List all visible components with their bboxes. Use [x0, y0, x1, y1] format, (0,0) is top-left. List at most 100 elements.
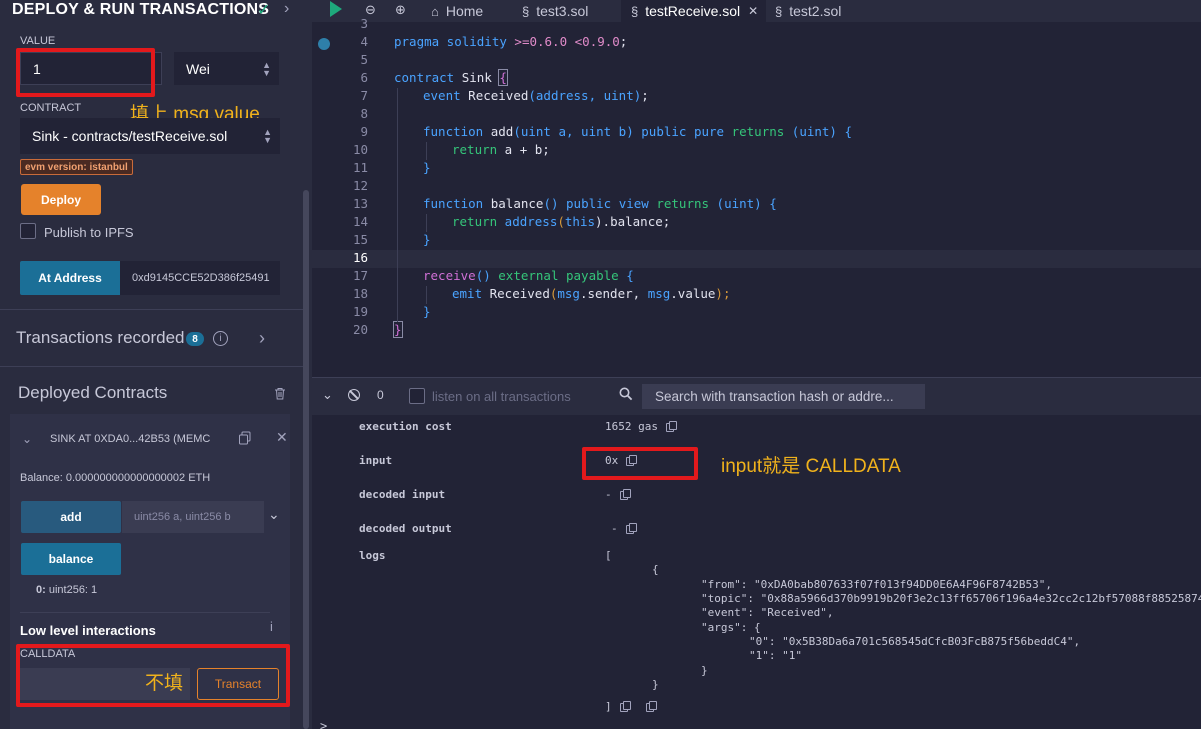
info-icon[interactable]: i	[213, 331, 228, 346]
code-line: 11}	[312, 160, 1201, 178]
code-token: }	[423, 160, 431, 175]
annotation-box-value	[16, 48, 155, 97]
code-token: }	[393, 321, 403, 338]
code-line: 9 function add(uint a, uint b) public pur…	[312, 124, 1201, 142]
chevron-right-icon[interactable]: ›	[284, 0, 289, 18]
add-args-input[interactable]: uint256 a, uint256 b	[122, 501, 264, 533]
panel-title: DEPLOY & RUN TRANSACTIONS	[12, 1, 270, 18]
line-number: 8	[360, 106, 368, 121]
value-label: VALUE	[20, 35, 56, 47]
indent-guide	[426, 286, 427, 304]
contract-select-text: Sink - contracts/testReceive.sol	[32, 128, 228, 144]
execution-cost-text: 1652 gas	[605, 420, 658, 433]
publish-ipfs-checkbox[interactable]	[20, 223, 36, 239]
line-number: 12	[352, 178, 368, 193]
code-line: 18 emit Received(msg.sender, msg.value);	[312, 286, 1201, 304]
execution-cost-value: 1652 gas	[605, 420, 677, 433]
line-number: 3	[360, 16, 368, 31]
add-function-button[interactable]: add	[21, 501, 121, 533]
info-icon[interactable]: i	[270, 619, 273, 634]
code-line-current: 16	[312, 250, 1201, 268]
code-token: returns	[731, 124, 785, 139]
pending-tx-count: 0	[377, 388, 384, 402]
copy-icon[interactable]	[645, 700, 657, 712]
copy-icon[interactable]	[238, 431, 252, 445]
log-brace-close: }	[652, 678, 659, 691]
code-line: 14 return address(this).balance;	[312, 214, 1201, 232]
log-bracket-close: ]	[605, 700, 657, 713]
chevron-down-icon[interactable]: ⌄	[268, 506, 280, 523]
code-token: public pure	[633, 124, 732, 139]
contract-select[interactable]: Sink - contracts/testReceive.sol ▲ ▼	[20, 118, 280, 154]
code-token: receive	[423, 268, 476, 283]
code-line: 4 pragma solidity >=0.6.0 <0.9.0;	[312, 34, 1201, 52]
indent-guide	[426, 142, 427, 160]
deploy-button[interactable]: Deploy	[21, 184, 101, 215]
code-token: function	[423, 124, 484, 139]
run-icon[interactable]	[330, 1, 342, 17]
code-line: 13 function balance() public view returns…	[312, 196, 1201, 214]
code-token: pragma solidity	[394, 34, 515, 49]
log-event: "event": "Received",	[701, 606, 834, 619]
terminal-prompt[interactable]: >	[320, 719, 327, 729]
annotation-box-input	[582, 447, 698, 480]
instance-balance: Balance: 0.000000000000000002 ETH	[20, 472, 211, 484]
code-token: external	[490, 268, 559, 283]
code-token: (	[557, 214, 565, 229]
divider	[20, 612, 270, 613]
balance-function-button[interactable]: balance	[21, 543, 121, 575]
transaction-search-input[interactable]: Search with transaction hash or addre...	[642, 384, 925, 409]
left-panel-scrollbar[interactable]	[303, 190, 309, 729]
code-editor[interactable]: 3 4 pragma solidity >=0.6.0 <0.9.0; 5 6 co…	[312, 16, 1201, 377]
listen-checkbox[interactable]	[409, 388, 425, 404]
code-token: {	[618, 268, 634, 283]
close-icon[interactable]: ✕	[276, 429, 288, 446]
code-token: payable	[558, 268, 619, 283]
log-bracket: [	[605, 549, 612, 562]
collapse-icon[interactable]: ⌄	[322, 387, 333, 403]
balance-result-prefix: 0:	[36, 584, 46, 596]
line-number: 6	[360, 70, 368, 85]
code-token: (uint) {	[709, 196, 777, 211]
code-token: .sender,	[579, 286, 648, 301]
value-unit-select[interactable]: Wei ▲ ▼	[174, 52, 279, 85]
low-level-interactions-label: Low level interactions	[20, 623, 156, 638]
at-address-button[interactable]: At Address	[20, 261, 120, 295]
balance-result-value: uint256: 1	[48, 584, 98, 596]
transactions-recorded-label: Transactions recorded	[16, 328, 185, 347]
code-line: 8	[312, 106, 1201, 124]
log-arg1: "1": "1"	[749, 649, 802, 662]
decoded-input-text: -	[605, 488, 612, 501]
at-address-input[interactable]: 0xd9145CCE52D386f25491	[120, 261, 280, 295]
code-token: this	[564, 214, 596, 229]
log-args: "args": {	[701, 621, 761, 634]
balance-result: 0: uint256: 1	[36, 584, 97, 596]
log-args-close: }	[701, 664, 708, 677]
code-line: 6 contract Sink {	[312, 69, 1201, 88]
copy-icon[interactable]	[665, 420, 677, 432]
code-line: 15}	[312, 232, 1201, 250]
code-token: <0.9.0	[574, 34, 620, 49]
code-token: function	[423, 196, 484, 211]
annotation-calldata-note: 不填	[145, 673, 184, 694]
indent-guide	[426, 214, 427, 232]
line-number: 7	[360, 88, 368, 103]
chevron-down-icon[interactable]: ⌄	[22, 432, 32, 446]
contract-label: CONTRACT	[20, 102, 82, 114]
log-brace: {	[652, 563, 659, 576]
code-token: ).balance;	[595, 214, 671, 229]
copy-icon[interactable]	[625, 522, 637, 534]
code-line: 17 receive() external payable {	[312, 268, 1201, 286]
publish-ipfs-label: Publish to IPFS	[44, 225, 134, 240]
copy-icon[interactable]	[619, 700, 631, 712]
line-number: 11	[352, 160, 368, 175]
log-close-text: ]	[605, 700, 612, 713]
trash-icon[interactable]	[274, 387, 286, 400]
code-token: emit	[452, 286, 483, 301]
code-token: Sink	[454, 70, 500, 85]
code-token: ()	[543, 196, 559, 211]
chevron-right-icon[interactable]: ›	[259, 328, 265, 349]
instance-label: SINK AT 0XDA0...42B53 (MEMC	[50, 433, 211, 445]
copy-icon[interactable]	[619, 488, 631, 500]
clear-icon[interactable]	[348, 389, 360, 401]
